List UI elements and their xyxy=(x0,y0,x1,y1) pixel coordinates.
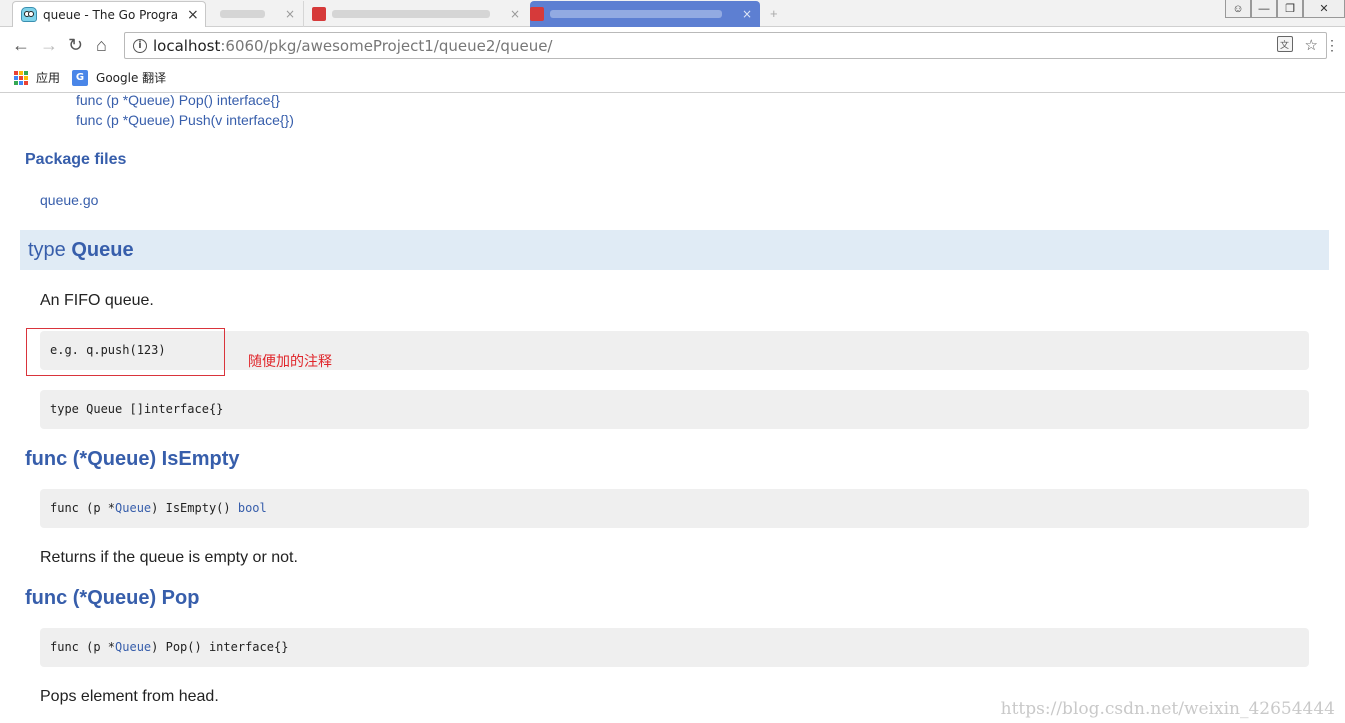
apps-grid-icon[interactable] xyxy=(14,70,28,85)
tab-close-icon[interactable]: × xyxy=(510,7,520,21)
tab-title-blurred xyxy=(550,10,722,18)
index-link-push[interactable]: func (p *Queue) Push(v interface{}) xyxy=(76,112,294,128)
omnibox-actions: 文 ☆ xyxy=(1276,36,1318,54)
example-code-block: e.g. q.push(123) xyxy=(40,331,1309,370)
sig-return-link[interactable]: bool xyxy=(238,501,267,515)
tab-close-icon[interactable]: × xyxy=(187,7,199,23)
bookmark-google-translate[interactable]: Google 翻译 xyxy=(96,69,166,86)
type-queue-header: type Queue xyxy=(20,230,1329,270)
maximize-button[interactable]: ❐ xyxy=(1277,0,1303,18)
bookmark-star-icon[interactable]: ☆ xyxy=(1305,36,1318,54)
func-pop-heading[interactable]: func (*Queue) Pop xyxy=(25,587,199,610)
csdn-favicon-icon xyxy=(530,7,544,21)
new-tab-button[interactable]: + xyxy=(770,6,778,21)
info-icon[interactable]: i xyxy=(133,38,147,53)
minimize-button[interactable]: — xyxy=(1251,0,1277,18)
type-decl-block: type Queue []interface{} xyxy=(40,390,1309,429)
tab-2[interactable]: × xyxy=(212,1,304,27)
translate-icon[interactable]: 文 xyxy=(1276,36,1293,52)
tab-title-blurred xyxy=(220,10,265,18)
back-button[interactable]: ← xyxy=(12,35,30,55)
sig-type-link[interactable]: Queue xyxy=(115,640,151,654)
index-link-pop[interactable]: func (p *Queue) Pop() interface{} xyxy=(76,94,280,108)
type-queue-doc: An FIFO queue. xyxy=(40,292,154,309)
forward-button[interactable]: → xyxy=(40,35,58,55)
address-bar[interactable]: i localhost:6060/pkg/awesomeProject1/que… xyxy=(124,32,1327,59)
window-controls: ☺ — ❐ ✕ xyxy=(1225,0,1345,18)
tab-close-icon[interactable]: × xyxy=(285,7,295,21)
sig-part: ) Pop() interface{} xyxy=(151,640,289,654)
func-pop-doc: Pops element from head. xyxy=(40,688,219,705)
url-host: localhost xyxy=(153,36,221,55)
user-icon[interactable]: ☺ xyxy=(1225,0,1251,18)
sig-part: func (p * xyxy=(50,640,116,654)
tab-title-blurred xyxy=(332,10,490,18)
bookmark-apps[interactable]: 应用 xyxy=(36,69,60,86)
func-pop-signature: func (p *Queue) Pop() interface{} xyxy=(40,628,1309,667)
close-window-button[interactable]: ✕ xyxy=(1303,0,1345,18)
tab-close-icon[interactable]: × xyxy=(742,7,752,21)
home-button[interactable]: ⌂ xyxy=(96,35,107,55)
google-translate-icon: G xyxy=(72,69,89,86)
sig-part: func (p * xyxy=(50,501,116,515)
watermark: https://blog.csdn.net/weixin_42654444 xyxy=(1000,699,1335,719)
sig-part: ) IsEmpty() xyxy=(151,501,238,515)
annotation-highlight-box xyxy=(26,328,225,376)
tab-4[interactable]: × xyxy=(530,1,760,27)
func-isempty-signature: func (p *Queue) IsEmpty() bool xyxy=(40,489,1309,528)
package-files-heading: Package files xyxy=(25,151,127,168)
url-path: :6060/pkg/awesomeProject1/queue2/queue/ xyxy=(220,36,553,55)
tab-title: queue - The Go Progra xyxy=(43,7,179,22)
browser-toolbar: ← → ↻ ⌂ i localhost:6060/pkg/awesomeProj… xyxy=(0,27,1345,63)
func-isempty-doc: Returns if the queue is empty or not. xyxy=(40,549,298,566)
type-name-link[interactable]: Queue xyxy=(71,239,133,261)
annotation-text: 随便加的注释 xyxy=(248,354,332,370)
csdn-favicon-icon xyxy=(312,7,326,21)
reload-button[interactable]: ↻ xyxy=(68,35,83,55)
bookmarks-bar: 应用 G Google 翻译 xyxy=(0,63,1345,93)
tab-3[interactable]: × xyxy=(304,1,528,27)
type-keyword: type xyxy=(28,239,66,261)
godoc-page: func (p *Queue) Pop() interface{} func (… xyxy=(0,94,1345,723)
sig-type-link[interactable]: Queue xyxy=(115,501,151,515)
gopher-favicon-icon xyxy=(21,7,37,22)
type-decl-code: type Queue []interface{} xyxy=(50,402,224,416)
file-link-queue-go[interactable]: queue.go xyxy=(40,192,98,208)
tab-strip: queue - The Go Progra × × × × + ☺ — ❐ ✕ xyxy=(0,0,1345,27)
type-queue-title: type Queue xyxy=(28,239,134,262)
tab-queue[interactable]: queue - The Go Progra × xyxy=(12,1,206,27)
func-isempty-heading[interactable]: func (*Queue) IsEmpty xyxy=(25,448,239,471)
browser-menu-icon[interactable]: ⋮ xyxy=(1325,37,1339,54)
